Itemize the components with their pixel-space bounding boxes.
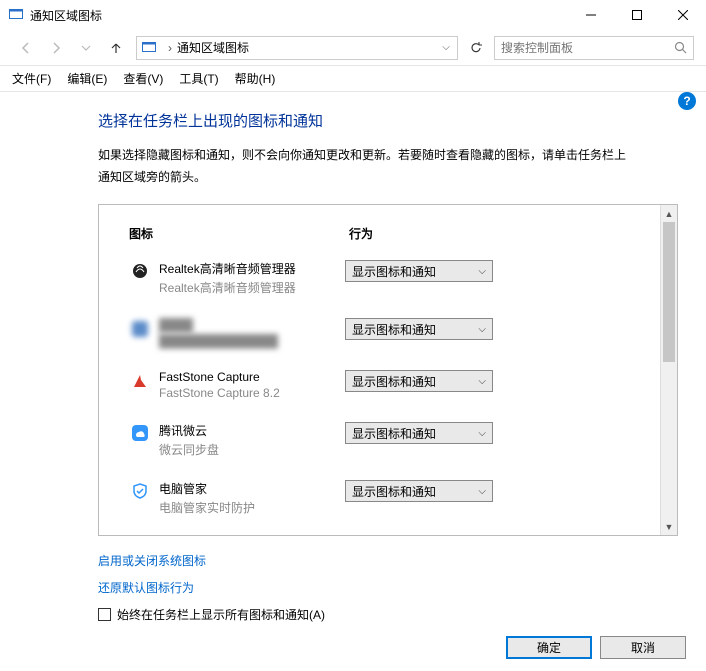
behavior-select[interactable]: 显示图标和通知⌵	[345, 422, 493, 444]
monitor-icon	[141, 40, 157, 56]
content-area: ? 选择在任务栏上出现的图标和通知 如果选择隐藏图标和通知，则不会向你通知更改和…	[0, 92, 706, 623]
behavior-select[interactable]: 显示图标和通知⌵	[345, 370, 493, 392]
column-headers: 图标 行为	[129, 225, 660, 242]
help-icon[interactable]: ?	[678, 92, 696, 110]
item-name: 电脑管家	[159, 480, 345, 497]
menu-file[interactable]: 文件(F)	[4, 67, 59, 90]
list-item: 腾讯微云微云同步盘 显示图标和通知⌵	[129, 422, 660, 458]
title-bar: 通知区域图标	[0, 0, 706, 30]
behavior-select[interactable]: 显示图标和通知⌵	[345, 260, 493, 282]
icon-list: Realtek高清晰音频管理器Realtek高清晰音频管理器 显示图标和通知⌵ …	[129, 260, 660, 535]
scrollbar[interactable]: ▲ ▼	[660, 205, 677, 535]
always-show-label: 始终在任务栏上显示所有图标和通知(A)	[117, 606, 325, 623]
item-sub: 微云同步盘	[159, 441, 345, 458]
chevron-down-icon: ⌵	[478, 376, 486, 387]
page-heading: 选择在任务栏上出现的图标和通知	[98, 110, 678, 131]
scroll-down-button[interactable]: ▼	[661, 518, 677, 535]
behavior-select[interactable]: 显示图标和通知⌵	[345, 480, 493, 502]
recent-dropdown[interactable]	[72, 34, 100, 62]
close-button[interactable]	[660, 0, 706, 30]
window-icon	[8, 7, 24, 23]
links-area: 启用或关闭系统图标 还原默认图标行为	[98, 552, 678, 596]
back-button[interactable]	[12, 34, 40, 62]
restore-defaults-link[interactable]: 还原默认图标行为	[98, 579, 678, 596]
item-name: ████	[159, 318, 345, 332]
header-behavior: 行为	[349, 225, 373, 242]
maximize-button[interactable]	[614, 0, 660, 30]
page-description: 如果选择隐藏图标和通知，则不会向你通知更改和更新。若要随时查看隐藏的图标，请单击…	[98, 145, 628, 188]
behavior-select[interactable]: 显示图标和通知⌵	[345, 318, 493, 340]
chevron-right-icon: ›	[163, 41, 177, 55]
address-path: 通知区域图标	[177, 39, 439, 56]
header-icon: 图标	[129, 225, 349, 242]
chevron-down-icon[interactable]: ⌵	[439, 42, 453, 53]
menu-bar: 文件(F) 编辑(E) 查看(V) 工具(T) 帮助(H)	[0, 66, 706, 92]
item-sub: 电脑管家实时防护	[159, 499, 345, 516]
list-item: ██████████████████ 显示图标和通知⌵	[129, 318, 660, 348]
scroll-up-button[interactable]: ▲	[661, 205, 677, 222]
search-icon[interactable]	[674, 41, 687, 54]
chevron-down-icon: ⌵	[478, 486, 486, 497]
list-item: Realtek高清晰音频管理器 Realtek高清晰音频管理器 显示图标和通知⌵	[129, 260, 660, 296]
scroll-thumb[interactable]	[663, 222, 675, 362]
weiyun-icon	[129, 422, 151, 444]
menu-help[interactable]: 帮助(H)	[227, 67, 284, 90]
faststone-icon	[129, 370, 151, 392]
item-sub: Realtek高清晰音频管理器	[159, 279, 345, 296]
list-item: FastStone Capture FastStone Capture 8.2 显…	[129, 370, 660, 400]
menu-view[interactable]: 查看(V)	[115, 67, 171, 90]
pc-manager-icon	[129, 480, 151, 502]
chevron-down-icon: ⌵	[478, 428, 486, 439]
cancel-button[interactable]: 取消	[600, 636, 686, 659]
minimize-button[interactable]	[568, 0, 614, 30]
ok-button[interactable]: 确定	[506, 636, 592, 659]
menu-edit[interactable]: 编辑(E)	[59, 67, 115, 90]
scroll-track[interactable]	[661, 222, 677, 518]
chevron-down-icon: ⌵	[478, 324, 486, 335]
dialog-buttons: 确定 取消	[506, 636, 686, 659]
item-sub: FastStone Capture 8.2	[159, 386, 345, 400]
search-box[interactable]	[494, 36, 694, 60]
app-icon	[129, 318, 151, 340]
search-input[interactable]	[501, 41, 674, 55]
always-show-row: 始终在任务栏上显示所有图标和通知(A)	[98, 606, 678, 623]
item-sub: ██████████████	[159, 334, 345, 348]
realtek-icon	[129, 260, 151, 282]
refresh-button[interactable]	[464, 36, 488, 60]
always-show-checkbox[interactable]	[98, 608, 111, 621]
item-name: Realtek高清晰音频管理器	[159, 260, 345, 277]
forward-button[interactable]	[42, 34, 70, 62]
window-title: 通知区域图标	[30, 7, 102, 24]
menu-tools[interactable]: 工具(T)	[171, 67, 226, 90]
chevron-down-icon: ⌵	[478, 266, 486, 277]
item-name: 腾讯微云	[159, 422, 345, 439]
nav-toolbar: › 通知区域图标 ⌵	[0, 30, 706, 66]
item-name: FastStone Capture	[159, 370, 345, 384]
system-icons-link[interactable]: 启用或关闭系统图标	[98, 552, 678, 569]
icon-list-panel: 图标 行为 Realtek高清晰音频管理器 Realtek高清晰音频管理器 显示图…	[98, 204, 678, 536]
up-button[interactable]	[102, 34, 130, 62]
address-bar[interactable]: › 通知区域图标 ⌵	[136, 36, 458, 60]
list-item: 电脑管家电脑管家实时防护 显示图标和通知⌵	[129, 480, 660, 516]
